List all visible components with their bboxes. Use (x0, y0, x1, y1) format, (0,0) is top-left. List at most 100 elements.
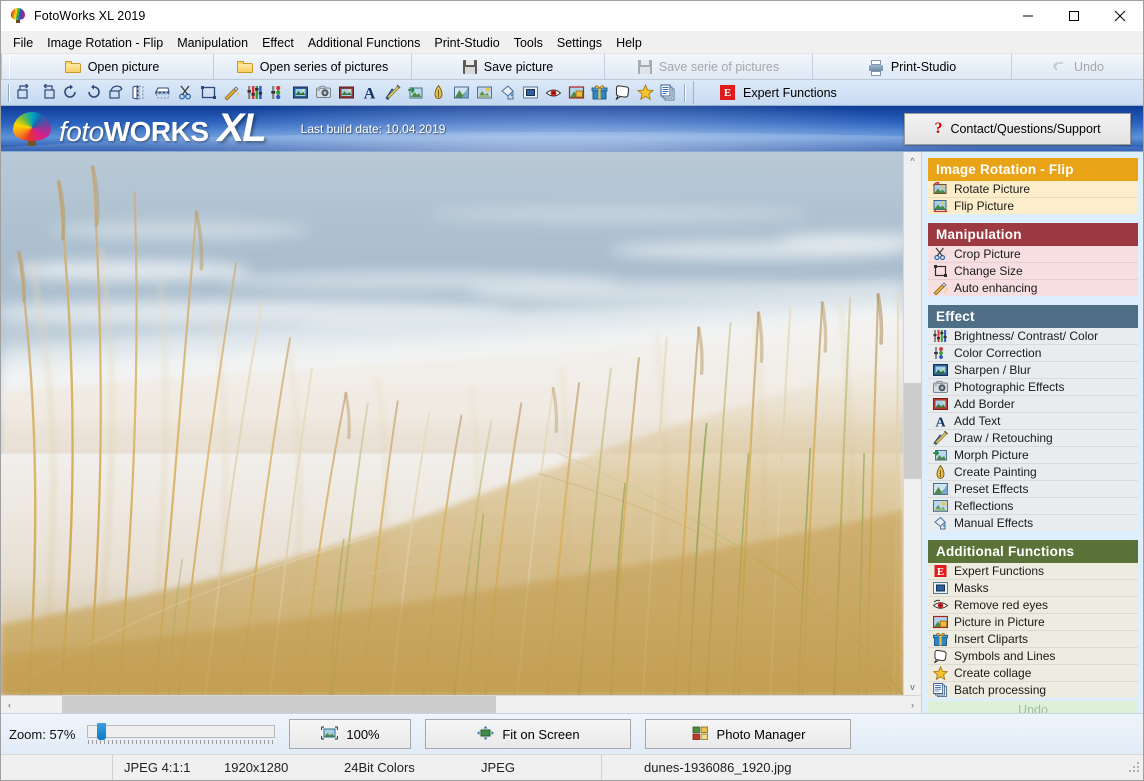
vertical-scroll-track[interactable] (904, 169, 921, 678)
menu-image-rotation-flip[interactable]: Image Rotation - Flip (40, 34, 170, 52)
maximize-icon[interactable] (1051, 1, 1097, 31)
sidebar-item-morph-picture[interactable]: Morph Picture (928, 447, 1138, 464)
sidebar-label: Photographic Effects (954, 380, 1065, 394)
sidebar-item-flip-picture[interactable]: Flip Picture (928, 198, 1138, 214)
flip-horizontal-icon[interactable] (152, 83, 173, 103)
sidebar-item-change-size[interactable]: Change Size (928, 263, 1138, 280)
color-correction-icon[interactable] (267, 83, 288, 103)
open-series-button[interactable]: Open series of pictures (214, 54, 412, 79)
scroll-right-icon[interactable]: › (904, 696, 921, 713)
sidebar-item-expert-functions[interactable]: E Expert Functions (928, 563, 1138, 580)
vertical-scroll-thumb[interactable] (904, 382, 921, 480)
zoom-slider-thumb[interactable] (97, 723, 107, 740)
sidebar-undo-button[interactable]: Undo (928, 701, 1138, 713)
scroll-left-icon[interactable]: ‹ (1, 696, 18, 713)
zoom-slider[interactable] (87, 723, 276, 745)
horizontal-scroll-track[interactable] (18, 696, 904, 713)
photo-manager-button[interactable]: Photo Manager (645, 719, 852, 749)
photographic-effects-icon[interactable] (313, 83, 334, 103)
contact-support-button[interactable]: ? Contact/Questions/Support (904, 112, 1131, 145)
rotate-ccw-icon[interactable] (83, 83, 104, 103)
rotate-left-icon[interactable] (14, 83, 35, 103)
canvas-horizontal-scrollbar[interactable]: ‹ › (1, 695, 921, 713)
menu-tools[interactable]: Tools (507, 34, 550, 52)
sidebar-item-masks[interactable]: Masks (928, 580, 1138, 597)
sidebar-item-rotate-picture[interactable]: Rotate Picture (928, 180, 1138, 198)
masks-icon[interactable] (520, 83, 541, 103)
print-studio-label: Print-Studio (890, 59, 957, 74)
create-painting-pen-icon[interactable] (428, 83, 449, 103)
batch-processing-icon[interactable] (658, 83, 679, 103)
close-icon[interactable] (1097, 1, 1143, 31)
morph-picture-icon[interactable] (405, 83, 426, 103)
rotate-right-icon[interactable] (37, 83, 58, 103)
menu-effect[interactable]: Effect (255, 34, 301, 52)
sidebar-item-manual-effects[interactable]: Manual Effects (928, 515, 1138, 531)
sidebar-item-add-border[interactable]: Add Border (928, 396, 1138, 413)
photo-canvas[interactable] (1, 152, 903, 695)
sidebar-item-insert-cliparts[interactable]: Insert Cliparts (928, 631, 1138, 648)
sidebar-item-photographic-effects[interactable]: Photographic Effects (928, 379, 1138, 396)
undo-button[interactable]: Undo (1012, 54, 1143, 79)
scroll-down-icon[interactable]: v (904, 678, 921, 695)
expert-functions-toolbar-button[interactable]: E Expert Functions (693, 81, 1143, 104)
sidebar-item-add-text[interactable]: A Add Text (928, 413, 1138, 431)
sidebar-item-symbols-and-lines[interactable]: Symbols and Lines (928, 648, 1138, 665)
print-studio-button[interactable]: Print-Studio (813, 54, 1012, 79)
picture-in-picture-icon[interactable] (566, 83, 587, 103)
menu-file[interactable]: File (6, 34, 40, 52)
horizontal-scroll-thumb[interactable] (62, 696, 497, 713)
sidebar-item-crop-picture[interactable]: Crop Picture (928, 246, 1138, 263)
menu-additional-functions[interactable]: Additional Functions (301, 34, 428, 52)
fit-on-screen-button[interactable]: Fit on Screen (425, 719, 632, 749)
minimize-icon[interactable] (1005, 1, 1051, 31)
brightness-contrast-icon[interactable] (244, 83, 265, 103)
sidebar-item-reflections[interactable]: Reflections (928, 498, 1138, 515)
menu-help[interactable]: Help (609, 34, 649, 52)
save-picture-button[interactable]: Save picture (412, 54, 605, 79)
rotate-free-icon[interactable] (106, 83, 127, 103)
menu-print-studio[interactable]: Print-Studio (427, 34, 506, 52)
sidebar-item-brightness-contrast-color[interactable]: Brightness/ Contrast/ Color (928, 328, 1138, 345)
sidebar-item-auto-enhancing[interactable]: Auto enhancing (928, 280, 1138, 296)
section-header-image-rotation-flip: Image Rotation - Flip (928, 158, 1138, 181)
hot-air-balloon-icon (13, 111, 51, 146)
crop-scissors-icon[interactable] (175, 83, 196, 103)
reflections-icon[interactable] (474, 83, 495, 103)
scroll-up-icon[interactable]: ^ (904, 152, 921, 169)
zoom-100-button[interactable]: 100% (289, 719, 412, 749)
sidebar-item-color-correction[interactable]: Color Correction (928, 345, 1138, 362)
rotate-cw-icon[interactable] (60, 83, 81, 103)
sidebar-item-sharpen-blur[interactable]: Sharpen / Blur (928, 362, 1138, 379)
photographic-effects-icon (933, 380, 948, 394)
sidebar-item-batch-processing[interactable]: Batch processing (928, 682, 1138, 698)
flip-vertical-icon[interactable] (129, 83, 150, 103)
status-filename: dunes-1936086_1920.jpg (644, 760, 792, 775)
insert-cliparts-icon[interactable] (589, 83, 610, 103)
save-series-button[interactable]: Save serie of pictures (605, 54, 813, 79)
sidebar-item-draw-retouching[interactable]: Draw / Retouching (928, 430, 1138, 447)
manual-effects-bucket-icon[interactable] (497, 83, 518, 103)
open-picture-button[interactable]: Open picture (11, 54, 214, 79)
menu-settings[interactable]: Settings (550, 34, 609, 52)
symbols-and-lines-icon[interactable] (612, 83, 633, 103)
remove-red-eyes-icon[interactable] (543, 83, 564, 103)
sidebar-item-remove-red-eyes[interactable]: Remove red eyes (928, 597, 1138, 614)
add-text-icon[interactable]: A (359, 83, 380, 103)
zoom-slider-track[interactable] (87, 725, 276, 738)
change-size-icon[interactable] (198, 83, 219, 103)
sharpen-blur-icon[interactable] (290, 83, 311, 103)
toolbar-grip[interactable] (1, 54, 10, 79)
sidebar-item-create-painting[interactable]: Create Painting (928, 464, 1138, 481)
menu-manipulation[interactable]: Manipulation (170, 34, 255, 52)
preset-effects-icon[interactable] (451, 83, 472, 103)
draw-retouching-icon[interactable] (382, 83, 403, 103)
sidebar-item-preset-effects[interactable]: Preset Effects (928, 481, 1138, 498)
create-collage-star-icon[interactable] (635, 83, 656, 103)
auto-enhance-wand-icon[interactable] (221, 83, 242, 103)
canvas-vertical-scrollbar[interactable]: ^ v (903, 152, 921, 695)
sidebar-item-picture-in-picture[interactable]: Picture in Picture (928, 614, 1138, 631)
sidebar-item-create-collage[interactable]: Create collage (928, 665, 1138, 682)
add-border-icon[interactable] (336, 83, 357, 103)
resize-grip-icon[interactable] (1128, 761, 1140, 774)
